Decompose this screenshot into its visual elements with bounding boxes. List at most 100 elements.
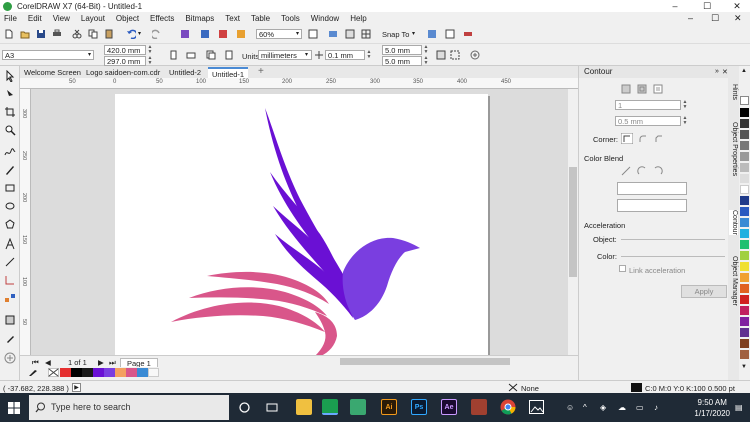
export-icon[interactable] bbox=[200, 29, 210, 39]
network-icon[interactable]: ▭ bbox=[636, 403, 646, 413]
coreldraw-taskbar-icon[interactable] bbox=[322, 399, 338, 415]
menu-tools[interactable]: Tools bbox=[281, 14, 300, 23]
task-view-icon[interactable] bbox=[266, 402, 278, 413]
palette-swatch[interactable] bbox=[740, 108, 749, 117]
bird-head[interactable] bbox=[342, 237, 420, 320]
linear-blend-icon[interactable] bbox=[621, 166, 631, 176]
save-icon[interactable] bbox=[36, 29, 46, 39]
undo-dropdown-icon[interactable]: ▾ bbox=[138, 30, 141, 37]
file-explorer-icon[interactable] bbox=[296, 399, 312, 415]
docker-close-icon[interactable]: ✕ bbox=[722, 68, 728, 76]
pick-tool-icon[interactable] bbox=[4, 70, 16, 82]
new-document-icon[interactable] bbox=[4, 29, 14, 39]
link-acceleration-checkbox[interactable] bbox=[619, 265, 626, 272]
edit-bleed-icon[interactable] bbox=[450, 50, 460, 60]
tab-object-manager[interactable]: Object Manager bbox=[729, 256, 738, 306]
taskbar-clock[interactable]: 9:50 AM 1/17/2020 bbox=[694, 397, 730, 419]
connector-tool-icon[interactable] bbox=[4, 274, 16, 286]
parallel-dimension-tool-icon[interactable] bbox=[4, 256, 16, 268]
snap-to-button[interactable]: Snap To bbox=[382, 30, 409, 39]
duplicate-y-field[interactable]: 5.0 mm bbox=[382, 56, 422, 66]
dropbox-icon[interactable]: ◈ bbox=[600, 403, 610, 413]
cortana-icon[interactable] bbox=[239, 402, 250, 413]
after-effects-icon[interactable]: Ae bbox=[441, 399, 457, 415]
inside-contour-icon[interactable] bbox=[637, 84, 647, 94]
page-size-select[interactable]: A3 bbox=[2, 50, 94, 60]
taskbar-search-box[interactable]: Type here to search bbox=[29, 395, 229, 420]
menu-window[interactable]: Window bbox=[311, 14, 339, 23]
palette-swatch[interactable] bbox=[740, 251, 749, 260]
full-screen-preview-icon[interactable] bbox=[328, 29, 338, 39]
units-dropdown-icon[interactable]: ▾ bbox=[305, 51, 308, 58]
show-rulers-icon[interactable] bbox=[345, 29, 355, 39]
tab-welcome-screen[interactable]: Welcome Screen bbox=[20, 67, 85, 78]
volume-icon[interactable]: ♪ bbox=[654, 403, 664, 413]
palette-swatch[interactable] bbox=[740, 207, 749, 216]
contour-steps-field[interactable]: 1 bbox=[615, 100, 681, 110]
height-spinner[interactable]: ▲ ▼ bbox=[147, 56, 153, 66]
illustrator-icon[interactable]: Ai bbox=[381, 399, 397, 415]
blend-tool-icon[interactable] bbox=[4, 292, 16, 304]
palette-swatch[interactable] bbox=[740, 229, 749, 238]
palette-swatch[interactable] bbox=[740, 306, 749, 315]
tray-chevron-icon[interactable]: ^ bbox=[583, 403, 593, 413]
people-icon[interactable]: ☺ bbox=[566, 403, 576, 413]
tab-hints[interactable]: Hints bbox=[729, 84, 738, 100]
offset-spinner[interactable]: ▲ ▼ bbox=[682, 116, 688, 126]
crop-tool-icon[interactable] bbox=[4, 106, 16, 118]
palette-swatch[interactable] bbox=[740, 240, 749, 249]
print-icon[interactable] bbox=[52, 29, 62, 39]
undo-icon[interactable] bbox=[126, 29, 136, 39]
prev-page-icon[interactable]: ◀ bbox=[45, 358, 51, 367]
palette-swatch[interactable] bbox=[740, 196, 749, 205]
palette-swatch[interactable] bbox=[740, 185, 749, 194]
cut-icon[interactable] bbox=[72, 29, 82, 39]
menu-object[interactable]: Object bbox=[116, 14, 139, 23]
notification-icon[interactable]: ▤ bbox=[735, 403, 745, 413]
no-color-swatch[interactable] bbox=[740, 96, 749, 105]
menu-view[interactable]: View bbox=[53, 14, 70, 23]
transparency-tool-icon[interactable] bbox=[4, 314, 16, 326]
palette-swatch[interactable] bbox=[740, 119, 749, 128]
windows-start-icon[interactable] bbox=[8, 402, 20, 414]
menu-effects[interactable]: Effects bbox=[150, 14, 174, 23]
new-tab-plus-icon[interactable]: + bbox=[258, 66, 264, 77]
menu-help[interactable]: Help bbox=[350, 14, 366, 23]
page-artboard[interactable] bbox=[115, 94, 488, 356]
add-page-icon[interactable] bbox=[470, 50, 480, 60]
color-swatch[interactable] bbox=[82, 368, 93, 377]
tab-untitled-1[interactable]: Untitled-1 bbox=[208, 67, 249, 79]
zoom-tool-icon[interactable] bbox=[4, 124, 16, 136]
color-acceleration-slider[interactable] bbox=[621, 256, 725, 257]
palette-swatch[interactable] bbox=[740, 317, 749, 326]
next-page-icon[interactable]: ▶ bbox=[98, 358, 104, 367]
counterclockwise-blend-icon[interactable] bbox=[653, 166, 663, 176]
clockwise-blend-icon[interactable] bbox=[637, 166, 647, 176]
menu-bitmaps[interactable]: Bitmaps bbox=[185, 14, 214, 23]
outline-status[interactable]: C:0 M:0 Y:0 K:100 0.500 pt bbox=[645, 384, 735, 393]
contour-offset-field[interactable]: 0.5 mm bbox=[615, 116, 681, 126]
tab-contour[interactable]: Contour bbox=[729, 210, 738, 235]
photoshop-icon[interactable]: Ps bbox=[411, 399, 427, 415]
color-eyedropper-tool-icon[interactable] bbox=[4, 332, 16, 344]
doc-close-icon[interactable]: ✕ bbox=[734, 13, 742, 24]
minimize-button[interactable]: – bbox=[664, 0, 686, 12]
palette-swatch[interactable] bbox=[740, 152, 749, 161]
palette-swatch[interactable] bbox=[740, 262, 749, 271]
shape-tool-icon[interactable] bbox=[4, 88, 16, 100]
color-swatch[interactable] bbox=[137, 368, 148, 377]
close-button[interactable]: ✕ bbox=[726, 0, 748, 12]
docker-expand-icon[interactable]: » bbox=[715, 68, 719, 75]
landscape-icon[interactable] bbox=[186, 50, 196, 60]
page-width-field[interactable]: 420.0 mm bbox=[104, 45, 146, 55]
treat-as-filled-icon[interactable] bbox=[436, 50, 446, 60]
open-folder-icon[interactable] bbox=[20, 29, 30, 39]
horizontal-scroll-thumb[interactable] bbox=[340, 358, 510, 365]
application-launcher-icon[interactable] bbox=[236, 29, 246, 39]
onedrive-icon[interactable]: ☁ bbox=[618, 403, 628, 413]
corel-photo-paint-icon[interactable] bbox=[350, 399, 366, 415]
rectangle-tool-icon[interactable] bbox=[4, 182, 16, 194]
status-expand-icon[interactable]: ▶ bbox=[72, 383, 81, 392]
copy-icon[interactable] bbox=[88, 29, 98, 39]
nudge-distance-field[interactable]: 0.1 mm bbox=[325, 50, 365, 60]
